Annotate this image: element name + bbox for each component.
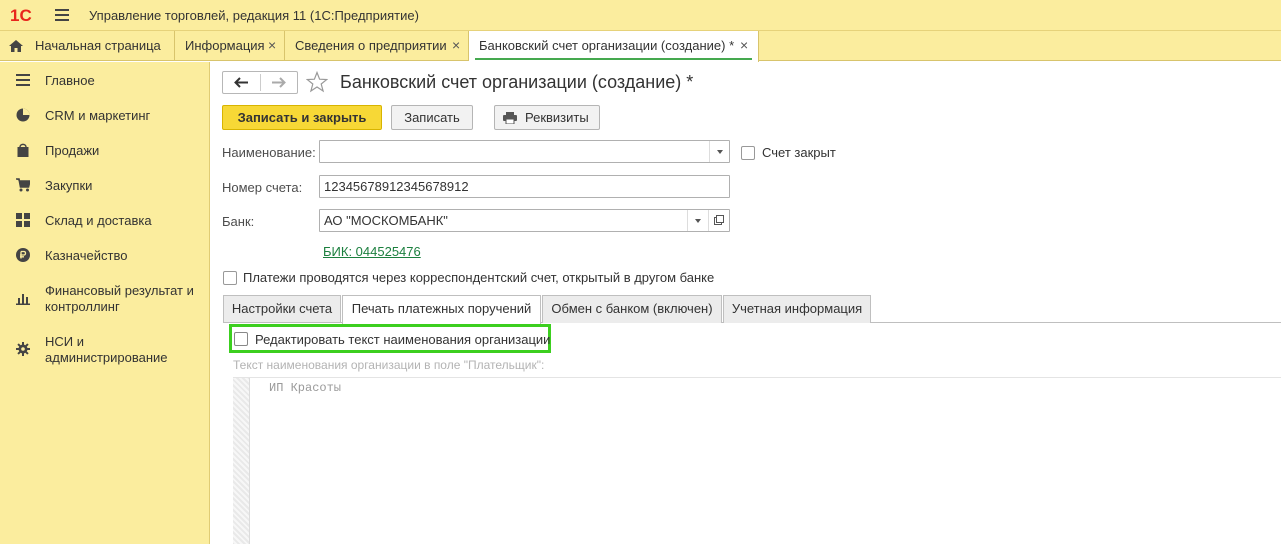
tab-company-details[interactable]: Сведения о предприятии × (285, 31, 469, 61)
form-title: Банковский счет организации (создание) * (340, 72, 694, 92)
back-button[interactable] (223, 72, 260, 93)
ruble-coin-icon (16, 248, 30, 262)
tab-home[interactable]: Начальная страница (0, 31, 175, 61)
tab-accounting-info[interactable]: Учетная информация (723, 295, 871, 323)
arrow-right-icon (272, 77, 286, 88)
payer-text-value: ИП Красоты (269, 381, 342, 395)
form-content: Банковский счет организации (создание) *… (211, 62, 1281, 544)
sidebar-item-financial[interactable]: Финансовый результат и контроллинг (0, 282, 209, 316)
tab-home-label: Начальная страница (35, 38, 161, 53)
navigation-buttons (222, 71, 298, 94)
tab-bank-account[interactable]: Банковский счет организации (создание) *… (469, 31, 759, 62)
forward-button[interactable] (261, 72, 298, 93)
account-closed-checkbox[interactable] (741, 146, 755, 160)
pie-chart-icon (16, 108, 30, 122)
bik-link[interactable]: БИК: 044525476 (323, 244, 421, 259)
bank-value: АО "МОСКОМБАНК" (324, 213, 448, 228)
sidebar-item-warehouse[interactable]: Склад и доставка (0, 212, 209, 230)
account-closed-label: Счет закрыт (762, 145, 836, 160)
tab-bank-exchange[interactable]: Обмен с банком (включен) (542, 295, 722, 323)
tab-information-label: Информация (185, 38, 265, 53)
window-tab-bar: Начальная страница Информация × Сведения… (0, 31, 1281, 62)
printer-icon (503, 112, 517, 124)
title-bar: 1С Управление торговлей, редакция 11 (1С… (0, 0, 1281, 31)
edit-name-label: Редактировать текст наименования организ… (255, 332, 551, 347)
sidebar-item-label: Закупки (45, 178, 93, 193)
account-number-label: Номер счета: (222, 180, 303, 195)
svg-text:1С: 1С (10, 6, 32, 25)
close-icon[interactable]: × (268, 31, 276, 60)
bank-field[interactable]: АО "МОСКОМБАНК" (319, 209, 730, 232)
save-button[interactable]: Записать (391, 105, 473, 130)
sections-sidebar: Главное CRM и маркетинг Продажи Закупки … (0, 62, 210, 544)
edit-name-checkbox[interactable] (234, 332, 248, 346)
gear-icon (16, 342, 30, 356)
1c-logo: 1С (10, 6, 32, 25)
payer-text-label: Текст наименования организации в поле "П… (233, 358, 545, 372)
bank-label: Банк: (222, 214, 255, 229)
tab-company-details-label: Сведения о предприятии (295, 38, 447, 53)
details-button[interactable]: Реквизиты (494, 105, 600, 130)
dropdown-arrow-icon[interactable] (687, 210, 707, 231)
sidebar-item-label: НСИ и администрирование (45, 334, 168, 365)
name-label: Наименование: (222, 145, 316, 160)
textarea-gutter (233, 378, 250, 544)
close-icon[interactable]: × (740, 31, 748, 60)
save-and-close-button[interactable]: Записать и закрыть (222, 105, 382, 130)
name-field[interactable] (319, 140, 730, 163)
account-number-field[interactable]: 12345678912345678912 (319, 175, 730, 198)
details-button-label: Реквизиты (525, 110, 589, 125)
sidebar-item-admin[interactable]: НСИ и администрирование (0, 333, 209, 367)
sidebar-item-treasury[interactable]: Казначейство (0, 247, 209, 265)
sidebar-item-label: Казначейство (45, 248, 128, 263)
correspondent-account-label: Платежи проводятся через корреспондентск… (243, 270, 715, 285)
sidebar-item-label: CRM и маркетинг (45, 108, 151, 123)
bar-chart-icon (16, 294, 30, 305)
tab-print-payment-orders[interactable]: Печать платежных поручений (342, 295, 541, 324)
close-icon[interactable]: × (452, 31, 460, 60)
grid-icon (16, 213, 30, 227)
account-number-value: 12345678912345678912 (324, 179, 469, 194)
tab-account-settings[interactable]: Настройки счета (223, 295, 341, 323)
tab-information[interactable]: Информация × (175, 31, 285, 61)
active-tab-indicator (475, 58, 752, 60)
tab-bank-account-label: Банковский счет организации (создание) * (479, 38, 735, 53)
sidebar-item-purchases[interactable]: Закупки (0, 177, 209, 195)
arrow-left-icon (234, 77, 248, 88)
sidebar-item-label: Финансовый результат и контроллинг (45, 283, 194, 314)
sidebar-item-label: Склад и доставка (45, 213, 152, 228)
main-menu-icon[interactable] (55, 9, 69, 21)
sidebar-item-label: Главное (45, 73, 95, 88)
correspondent-account-checkbox[interactable] (223, 271, 237, 285)
open-icon[interactable] (708, 210, 728, 231)
list-icon (16, 74, 30, 86)
dropdown-arrow-icon[interactable] (709, 141, 729, 162)
payer-text-area[interactable]: ИП Красоты (233, 377, 1281, 544)
sidebar-item-main[interactable]: Главное (0, 72, 209, 90)
app-title: Управление торговлей, редакция 11 (1С:Пр… (89, 8, 419, 23)
sidebar-item-crm[interactable]: CRM и маркетинг (0, 107, 209, 125)
favorite-star-icon[interactable] (306, 71, 328, 93)
sidebar-item-sales[interactable]: Продажи (0, 142, 209, 160)
cart-icon (16, 178, 30, 192)
sidebar-item-label: Продажи (45, 143, 100, 158)
shopping-bag-icon (17, 143, 29, 157)
home-icon (9, 40, 23, 52)
